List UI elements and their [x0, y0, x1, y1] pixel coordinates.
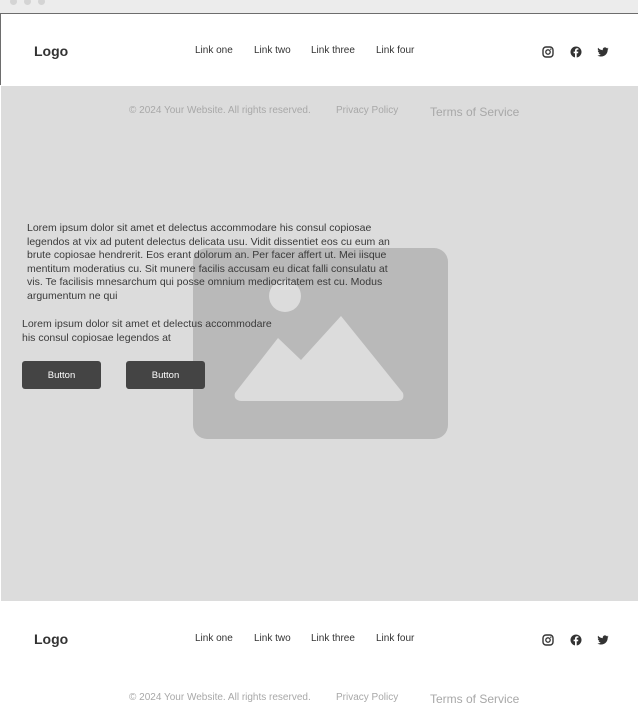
- nav-link-two[interactable]: Link two: [254, 45, 291, 56]
- banner-privacy-link[interactable]: Privacy Policy: [336, 105, 398, 116]
- footer-nav-link-two[interactable]: Link two: [254, 633, 291, 644]
- twitter-icon[interactable]: [597, 45, 609, 57]
- instagram-icon[interactable]: [542, 633, 554, 646]
- footer-nav-link-three[interactable]: Link three: [311, 633, 355, 644]
- facebook-icon[interactable]: [570, 45, 582, 58]
- twitter-icon[interactable]: [597, 633, 609, 645]
- footer-privacy-link[interactable]: Privacy Policy: [336, 692, 398, 703]
- primary-button[interactable]: Button: [22, 361, 101, 389]
- window-dot-icon: [38, 0, 45, 5]
- footer-terms-link[interactable]: Terms of Service: [430, 692, 519, 706]
- footer-nav-link-four[interactable]: Link four: [376, 633, 414, 644]
- banner-terms-link[interactable]: Terms of Service: [430, 105, 519, 119]
- banner-copyright: © 2024 Your Website. All rights reserved…: [129, 105, 311, 116]
- window-dot-icon: [24, 0, 31, 5]
- window-frame: [0, 13, 1, 85]
- nav-link-three[interactable]: Link three: [311, 45, 355, 56]
- footer-copyright: © 2024 Your Website. All rights reserved…: [129, 692, 311, 703]
- instagram-icon[interactable]: [542, 45, 554, 58]
- footer-logo[interactable]: Logo: [34, 631, 68, 647]
- window-title-bar: [0, 0, 638, 14]
- footer-nav-link-one[interactable]: Link one: [195, 633, 233, 644]
- nav-link-four[interactable]: Link four: [376, 45, 414, 56]
- hero-subparagraph: Lorem ipsum dolor sit amet et delectus a…: [22, 318, 272, 344]
- facebook-icon[interactable]: [570, 633, 582, 646]
- header-logo[interactable]: Logo: [34, 43, 68, 59]
- hero-paragraph: Lorem ipsum dolor sit amet et delectus a…: [27, 222, 390, 302]
- secondary-button[interactable]: Button: [126, 361, 205, 389]
- window-dot-icon: [10, 0, 17, 5]
- nav-link-one[interactable]: Link one: [195, 45, 233, 56]
